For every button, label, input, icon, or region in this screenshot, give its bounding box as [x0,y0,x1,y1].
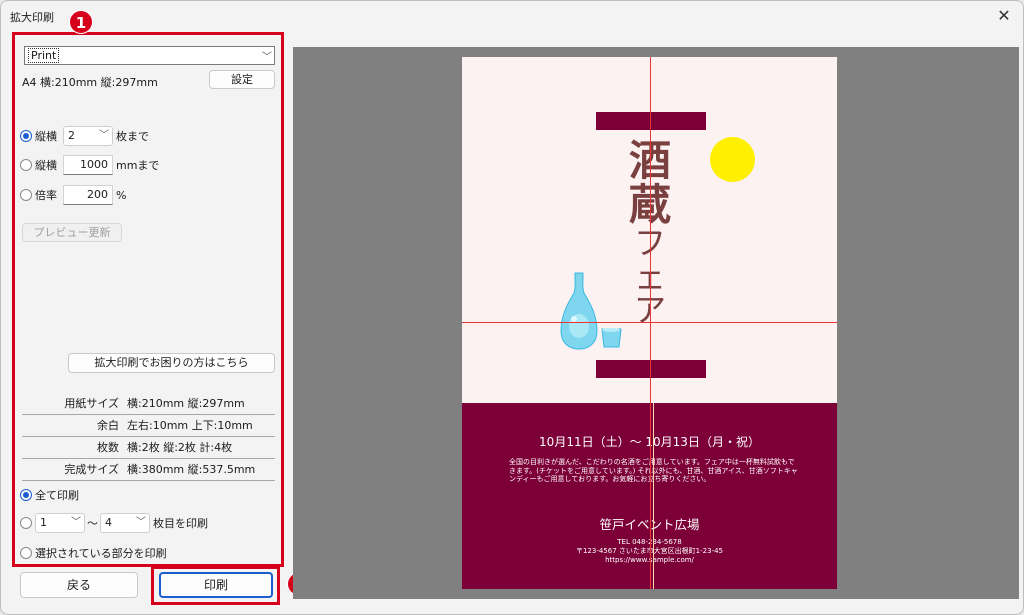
info-value: 横:2枚 縦:2枚 計:4枚 [127,441,233,454]
option-row-scale[interactable]: 倍率 200 % [20,185,126,205]
page-split-line-horizontal [462,322,837,323]
chevron-down-icon: ﹀ [262,52,272,63]
print-highlight-frame: 印刷 [151,566,280,605]
paper-size-text: A4 横:210mm 縦:297mm [22,76,158,89]
print-range-radio[interactable] [20,517,32,529]
bottom-bar [596,360,706,378]
print-range-row[interactable]: 1 ﹀ ～ 4 ﹀ 枚目を印刷 [20,513,208,533]
window-title: 拡大印刷 [10,11,54,24]
callout-badge-1: 1 [69,10,93,34]
settings-button[interactable]: 設定 [209,70,275,89]
scale-unit: % [116,188,127,202]
print-selection-row[interactable]: 選択されている部分を印刷 [20,543,173,563]
info-key: 用紙サイズ [64,397,119,410]
sheets-count-value: 2 [68,129,75,142]
preview-update-button[interactable]: プレビュー更新 [22,223,122,242]
option-mm-radio[interactable] [20,159,32,171]
page-split-line-vertical-alt [653,403,654,589]
range-tilde: ～ [87,517,98,530]
range-from-value: 1 [40,516,47,529]
range-to-combo[interactable]: 4 ﹀ [100,513,150,533]
info-value: 横:210mm 縦:297mm [127,397,245,410]
print-all-radio[interactable] [20,489,32,501]
back-button[interactable]: 戻る [20,572,138,598]
mm-unit: mmまで [116,159,160,172]
print-button[interactable]: 印刷 [159,572,273,598]
info-key: 完成サイズ [64,463,119,476]
help-button[interactable]: 拡大印刷でお困りの方はこちら [68,353,275,373]
printer-dropdown[interactable]: Print ﹀ [24,46,275,65]
info-row: 完成サイズ 横:380mm 縦:537.5mm [22,459,275,481]
info-row: 余白 左右:10mm 上下:10mm [22,415,275,437]
close-icon[interactable]: ✕ [993,5,1015,27]
info-value: 横:380mm 縦:537.5mm [127,463,256,476]
option-row-mm[interactable]: 縦横 1000 mmまで [20,155,159,175]
info-key: 枚数 [97,441,119,454]
sake-bottle-icon [560,272,598,350]
print-all-label: 全て印刷 [35,489,79,502]
event-description: 全国の目利きが選んだ、こだわりの名酒をご用意しています。フェア中は一杯無料試飲も… [509,458,798,484]
settings-panel: Print ﹀ A4 横:210mm 縦:297mm 設定 縦横 2 ﹀ 枚まで… [12,32,284,567]
print-all-row[interactable]: 全て印刷 [20,485,85,505]
enlarge-print-dialog: 拡大印刷 ✕ Print ﹀ A4 横:210mm 縦:297mm 設定 縦横 … [0,0,1024,615]
poster-preview: 酒 蔵 フ ェ ア 10月11日（土）～ 10月13日（月・祝） 全国の目利きが… [462,57,837,589]
option-sheets-label: 縦横 [35,130,57,143]
sake-cup-icon [601,328,622,348]
chevron-down-icon: ﹀ [136,517,146,528]
option-scale-label: 倍率 [35,189,57,202]
range-to-value: 4 [105,516,112,529]
info-row: 用紙サイズ 横:210mm 縦:297mm [22,393,275,415]
info-row: 枚数 横:2枚 縦:2枚 計:4枚 [22,437,275,459]
info-table: 用紙サイズ 横:210mm 縦:297mm 余白 左右:10mm 上下:10mm… [22,393,275,481]
info-value: 左右:10mm 上下:10mm [127,419,253,432]
info-key: 余白 [97,419,119,432]
option-scale-radio[interactable] [20,189,32,201]
top-bar [596,112,706,130]
sheets-count-combo[interactable]: 2 ﹀ [63,126,113,146]
chevron-down-icon: ﹀ [71,517,81,528]
sun-graphic [710,137,755,182]
mm-input[interactable]: 1000 [63,155,113,175]
title-bar: 拡大印刷 ✕ [1,1,1023,31]
range-from-combo[interactable]: 1 ﹀ [35,513,85,533]
sheets-unit: 枚まで [116,130,149,143]
range-suffix: 枚目を印刷 [153,517,208,530]
scale-input[interactable]: 200 [63,185,113,205]
option-mm-label: 縦横 [35,159,57,172]
print-selection-label: 選択されている部分を印刷 [35,547,167,560]
option-row-sheets[interactable]: 縦横 2 ﹀ 枚まで [20,126,149,146]
option-sheets-radio[interactable] [20,130,32,142]
preview-area: 酒 蔵 フ ェ ア 10月11日（土）～ 10月13日（月・祝） 全国の目利きが… [293,47,1019,599]
printer-selected: Print [28,48,60,63]
print-selection-radio[interactable] [20,547,32,559]
page-split-line-vertical [650,57,651,589]
chevron-down-icon: ﹀ [99,130,109,141]
